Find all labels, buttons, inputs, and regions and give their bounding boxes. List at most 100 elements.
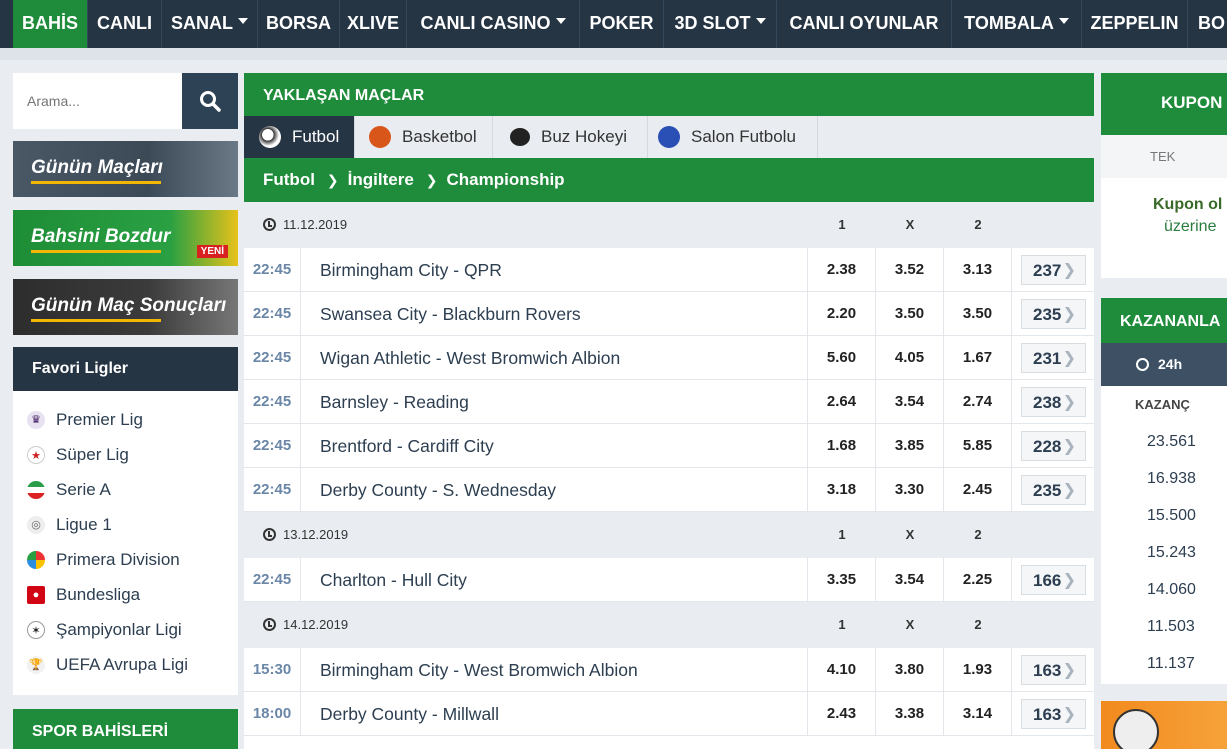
- league-item-sampiyonlar-ligi[interactable]: ✶ Şampiyonlar Ligi: [27, 618, 182, 642]
- odds-header-x: X: [905, 617, 915, 632]
- nav-item-poker[interactable]: POKER: [579, 0, 663, 48]
- match-row[interactable]: 18:00 Derby County - Millwall 2.43 3.38 …: [244, 692, 1094, 736]
- odd-x[interactable]: 3.54: [875, 380, 943, 423]
- odd-x[interactable]: 3.30: [875, 468, 943, 511]
- banner-mac-sonuclari[interactable]: Günün Maç Sonuçları: [13, 279, 238, 335]
- nav-item-zeppelin[interactable]: ZEPPELIN: [1081, 0, 1187, 48]
- winners-tab-24h[interactable]: 24h: [1101, 343, 1227, 386]
- match-teams[interactable]: Swansea City - Blackburn Rovers: [320, 292, 581, 336]
- nav-item-tombala[interactable]: TOMBALA: [951, 0, 1081, 48]
- match-teams[interactable]: Wigan Athletic - West Bromwich Albion: [320, 336, 620, 380]
- more-bets-button[interactable]: 238 ❯: [1021, 387, 1086, 417]
- more-bets-button[interactable]: 231 ❯: [1021, 343, 1086, 373]
- league-item-uefa-avrupa-ligi[interactable]: 🏆 UEFA Avrupa Ligi: [27, 653, 188, 677]
- tab-futbol[interactable]: Futbol: [244, 116, 355, 158]
- match-teams[interactable]: Derby County - S. Wednesday: [320, 468, 556, 512]
- odd-2[interactable]: 1.67: [943, 336, 1011, 379]
- more-bets-button[interactable]: 235 ❯: [1021, 299, 1086, 329]
- odd-2[interactable]: 5.85: [943, 424, 1011, 467]
- coupon-tab-tek[interactable]: TEK: [1101, 135, 1227, 178]
- odd-1[interactable]: 3.18: [807, 468, 875, 511]
- match-row[interactable]: 15:30 Birmingham City - West Bromwich Al…: [244, 648, 1094, 692]
- odd-1[interactable]: 3.35: [807, 558, 875, 601]
- laliga-icon: [27, 551, 45, 569]
- match-teams[interactable]: Barnsley - Reading: [320, 380, 469, 424]
- match-teams[interactable]: Brentford - Cardiff City: [320, 424, 494, 468]
- nav-item-xlive[interactable]: XLIVE: [339, 0, 406, 48]
- spor-bahisleri-header[interactable]: SPOR BAHİSLERİ: [13, 709, 238, 749]
- more-bets-button[interactable]: 163 ❯: [1021, 655, 1086, 685]
- odd-1[interactable]: 5.60: [807, 336, 875, 379]
- odd-1[interactable]: 4.10: [807, 648, 875, 691]
- match-row[interactable]: 22:45 Wigan Athletic - West Bromwich Alb…: [244, 336, 1094, 380]
- breadcrumb-item[interactable]: İngiltere: [348, 158, 414, 202]
- odd-1[interactable]: 1.68: [807, 424, 875, 467]
- odd-2[interactable]: 2.74: [943, 380, 1011, 423]
- odd-x[interactable]: 3.50: [875, 292, 943, 335]
- match-time: 22:45: [244, 558, 301, 601]
- nav-item-bo[interactable]: BO: [1187, 0, 1227, 48]
- breadcrumb-item[interactable]: Futbol: [263, 158, 315, 202]
- tab-label: Salon Futbolu: [691, 127, 796, 146]
- odd-2[interactable]: 2.25: [943, 558, 1011, 601]
- odd-1[interactable]: 2.43: [807, 692, 875, 735]
- odd-1[interactable]: 2.64: [807, 380, 875, 423]
- nav-item-canli-casino[interactable]: CANLI CASINO: [406, 0, 579, 48]
- more-bets-button[interactable]: 228 ❯: [1021, 431, 1086, 461]
- match-teams[interactable]: Charlton - Hull City: [320, 558, 467, 602]
- more-bets-button[interactable]: 166 ❯: [1021, 565, 1086, 595]
- banner-gunun-maclari[interactable]: Günün Maçları: [13, 141, 238, 197]
- coupon-message-2: üzerine: [1164, 218, 1217, 235]
- odd-x[interactable]: 3.52: [875, 248, 943, 291]
- match-row[interactable]: 22:45 Birmingham City - QPR 2.38 3.52 3.…: [244, 248, 1094, 292]
- match-row[interactable]: 22:45 Derby County - S. Wednesday 3.18 3…: [244, 468, 1094, 512]
- nav-item-bahis[interactable]: BAHİS: [13, 0, 87, 48]
- nav-item-sanal[interactable]: SANAL: [161, 0, 257, 48]
- odd-1[interactable]: 2.20: [807, 292, 875, 335]
- breadcrumb-item[interactable]: Championship: [447, 158, 565, 202]
- odd-x[interactable]: 4.05: [875, 336, 943, 379]
- nav-label: CANLI OYUNLAR: [789, 13, 939, 33]
- search-button[interactable]: [182, 73, 238, 129]
- winner-amount: 14.060: [1147, 581, 1196, 598]
- search-input[interactable]: [13, 73, 182, 129]
- odd-2[interactable]: 2.45: [943, 468, 1011, 511]
- promo-banner[interactable]: [1101, 701, 1227, 749]
- odd-2[interactable]: 3.14: [943, 692, 1011, 735]
- nav-item-borsa[interactable]: BORSA: [257, 0, 339, 48]
- match-row[interactable]: 22:45 Swansea City - Blackburn Rovers 2.…: [244, 292, 1094, 336]
- tab-salon-futbolu[interactable]: Salon Futbolu: [648, 116, 818, 158]
- match-teams[interactable]: Derby County - Millwall: [320, 692, 499, 736]
- league-item-primera-division[interactable]: Primera Division: [27, 548, 180, 572]
- odd-x[interactable]: 3.54: [875, 558, 943, 601]
- football-icon: [1113, 709, 1159, 749]
- tab-basketbol[interactable]: Basketbol: [355, 116, 493, 158]
- odd-2[interactable]: 3.13: [943, 248, 1011, 291]
- match-row[interactable]: 22:45 Barnsley - Reading 2.64 3.54 2.74 …: [244, 380, 1094, 424]
- banner-underline: [31, 250, 161, 253]
- league-item-ligue-1[interactable]: ◎ Ligue 1: [27, 513, 112, 537]
- league-item-super-lig[interactable]: ★ Süper Lig: [27, 443, 129, 467]
- odd-1[interactable]: 2.38: [807, 248, 875, 291]
- match-teams[interactable]: Birmingham City - West Bromwich Albion: [320, 648, 638, 692]
- tab-buz-hokeyi[interactable]: Buz Hokeyi: [493, 116, 648, 158]
- more-bets-button[interactable]: 237 ❯: [1021, 255, 1086, 285]
- banner-bahsini-bozdur[interactable]: Bahsini Bozdur YENİ: [13, 210, 238, 266]
- match-row[interactable]: 22:45 Charlton - Hull City 3.35 3.54 2.2…: [244, 558, 1094, 602]
- nav-item-canli[interactable]: CANLI: [87, 0, 161, 48]
- odd-x[interactable]: 3.85: [875, 424, 943, 467]
- nav-item-3d-slot[interactable]: 3D SLOT: [663, 0, 776, 48]
- odd-2[interactable]: 1.93: [943, 648, 1011, 691]
- odd-x[interactable]: 3.80: [875, 648, 943, 691]
- league-item-serie-a[interactable]: Serie A: [27, 478, 111, 502]
- odd-x[interactable]: 3.38: [875, 692, 943, 735]
- nav-item-canli-oyunlar[interactable]: CANLI OYUNLAR: [776, 0, 951, 48]
- more-bets-button[interactable]: 235 ❯: [1021, 475, 1086, 505]
- match-row[interactable]: 22:45 Brentford - Cardiff City 1.68 3.85…: [244, 424, 1094, 468]
- league-item-premier-lig[interactable]: ♛ Premier Lig: [27, 408, 143, 432]
- league-item-bundesliga[interactable]: ● Bundesliga: [27, 583, 140, 607]
- odd-2[interactable]: 3.50: [943, 292, 1011, 335]
- match-teams[interactable]: Birmingham City - QPR: [320, 248, 502, 292]
- search-box: [13, 73, 238, 129]
- more-bets-button[interactable]: 163 ❯: [1021, 699, 1086, 729]
